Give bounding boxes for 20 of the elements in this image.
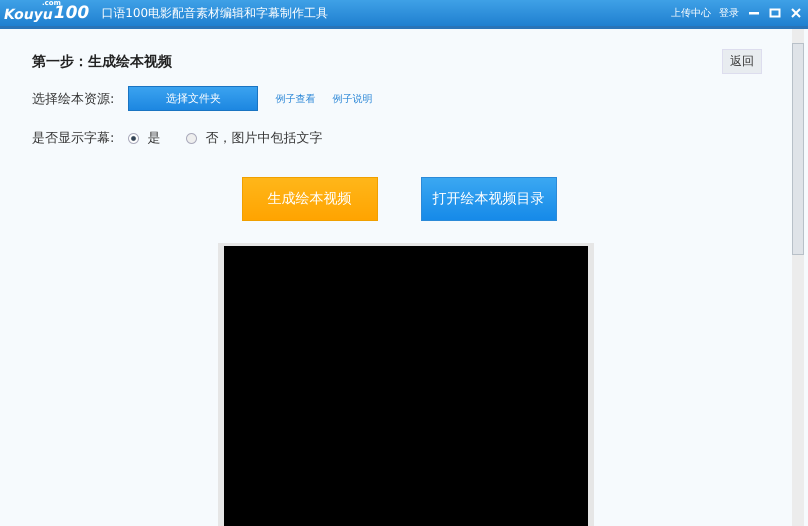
radio-label: 否，图片中包括文字: [205, 130, 322, 147]
subtitle-label: 是否显示字幕:: [32, 130, 114, 147]
maximize-icon[interactable]: [769, 7, 781, 19]
example-link[interactable]: 例子说明: [332, 92, 372, 106]
title-link[interactable]: 上传中心: [671, 6, 711, 20]
close-icon[interactable]: [790, 7, 802, 19]
action-button[interactable]: 生成绘本视频: [242, 177, 378, 221]
title-link[interactable]: 登录: [719, 6, 739, 20]
source-label: 选择绘本资源:: [32, 90, 114, 108]
scrollbar[interactable]: [792, 29, 804, 526]
action-button[interactable]: 打开绘本视频目录: [420, 177, 556, 221]
back-button[interactable]: 返回: [722, 49, 762, 74]
step-title: 第一步：生成绘本视频: [32, 52, 172, 70]
scroll-thumb[interactable]: [792, 43, 804, 255]
window-title: 口语100电影配音素材编辑和字幕制作工具: [101, 4, 330, 22]
example-link[interactable]: 例子查看: [275, 92, 316, 106]
radio-label: 是: [147, 130, 160, 147]
radio-button[interactable]: [128, 132, 140, 144]
choose-folder-button[interactable]: 选择文件夹: [128, 86, 258, 111]
radio-button[interactable]: [186, 132, 198, 144]
